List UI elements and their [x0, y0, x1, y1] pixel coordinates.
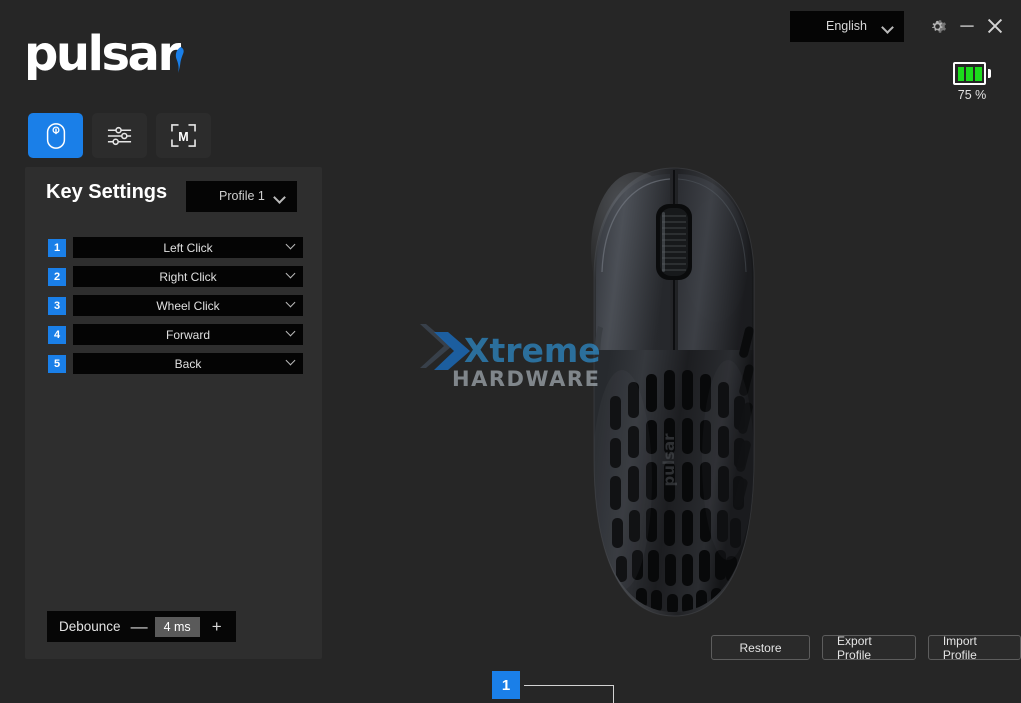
macro-m-icon: M — [171, 124, 196, 147]
svg-text:M: M — [178, 130, 188, 144]
minimize-icon — [960, 25, 974, 27]
debounce-increment-button[interactable]: + — [210, 618, 224, 635]
chevron-down-icon — [285, 239, 296, 250]
close-icon — [987, 18, 1003, 34]
debounce-stepper: Debounce — 4 ms + — [47, 611, 236, 642]
language-select[interactable]: English — [790, 11, 904, 42]
key-settings-panel: Key Settings 1 Left Click 2 Right Click … — [25, 167, 322, 659]
sliders-icon — [107, 126, 132, 145]
chevron-down-icon — [881, 21, 894, 35]
tab-bar: M — [28, 113, 211, 158]
device-preview: pulsar 1 3 2 — [340, 160, 1000, 703]
mouse-render: pulsar — [591, 167, 755, 617]
key-action-select-5[interactable]: Back — [73, 353, 303, 374]
key-number-badge: 4 — [48, 325, 66, 344]
profile-value: Profile 1 — [219, 189, 265, 203]
key-action-select-1[interactable]: Left Click — [73, 237, 303, 258]
device-wordmark: pulsar — [660, 433, 678, 487]
brand-logo: pulsar — [24, 26, 181, 82]
list-item: 3 Wheel Click — [48, 295, 303, 316]
chevron-down-icon — [273, 191, 286, 205]
close-button[interactable] — [982, 13, 1008, 39]
language-value: English — [826, 19, 867, 33]
battery-percent: 75 % — [957, 88, 987, 102]
tab-mouse[interactable] — [28, 113, 83, 158]
mouse-icon — [46, 122, 65, 149]
list-item: 4 Forward — [48, 324, 303, 345]
gear-icon — [931, 19, 946, 33]
list-item: 5 Back — [48, 353, 303, 374]
app-window: English pulsar 75 % M Key Settings 1 Lef… — [0, 0, 1021, 703]
battery-indicator: 75 % — [946, 62, 998, 102]
list-item: 1 Left Click — [48, 237, 303, 258]
settings-button[interactable] — [924, 13, 950, 39]
key-bindings-list: 1 Left Click 2 Right Click 3 Wheel Click — [48, 237, 303, 382]
key-number-badge: 2 — [48, 267, 66, 286]
key-action-value: Left Click — [163, 240, 213, 255]
import-profile-button[interactable]: Import Profile — [927, 634, 1021, 662]
key-action-select-2[interactable]: Right Click — [73, 266, 303, 287]
chevron-down-icon — [285, 268, 296, 279]
key-action-select-3[interactable]: Wheel Click — [73, 295, 303, 316]
key-action-value: Wheel Click — [156, 298, 220, 313]
restore-button[interactable]: Restore — [711, 635, 811, 660]
debounce-label: Debounce — [59, 619, 121, 634]
debounce-decrement-button[interactable]: — — [131, 618, 148, 635]
logo-comma-icon — [175, 47, 184, 73]
export-profile-button[interactable]: Export Profile — [822, 634, 916, 662]
tab-macro[interactable]: M — [156, 113, 211, 158]
key-action-select-4[interactable]: Forward — [73, 324, 303, 345]
key-number-badge: 3 — [48, 296, 66, 315]
list-item: 2 Right Click — [48, 266, 303, 287]
minimize-button[interactable] — [954, 13, 980, 39]
key-number-badge: 5 — [48, 354, 66, 373]
chevron-down-icon — [285, 297, 296, 308]
profile-select[interactable]: Profile 1 — [186, 181, 297, 212]
chevron-down-icon — [285, 355, 296, 366]
tab-performance[interactable] — [92, 113, 147, 158]
key-number-badge: 1 — [48, 238, 66, 257]
chevron-down-icon — [285, 326, 296, 337]
callout-badge: 1 — [492, 671, 520, 699]
battery-icon — [953, 62, 991, 85]
key-action-value: Right Click — [159, 269, 217, 284]
key-action-value: Forward — [165, 327, 210, 342]
footer-actions: Restore Export Profile Import Profile — [711, 634, 1021, 662]
debounce-value: 4 ms — [154, 616, 200, 637]
page-title: Key Settings — [46, 181, 168, 203]
key-action-value: Back — [174, 356, 202, 371]
